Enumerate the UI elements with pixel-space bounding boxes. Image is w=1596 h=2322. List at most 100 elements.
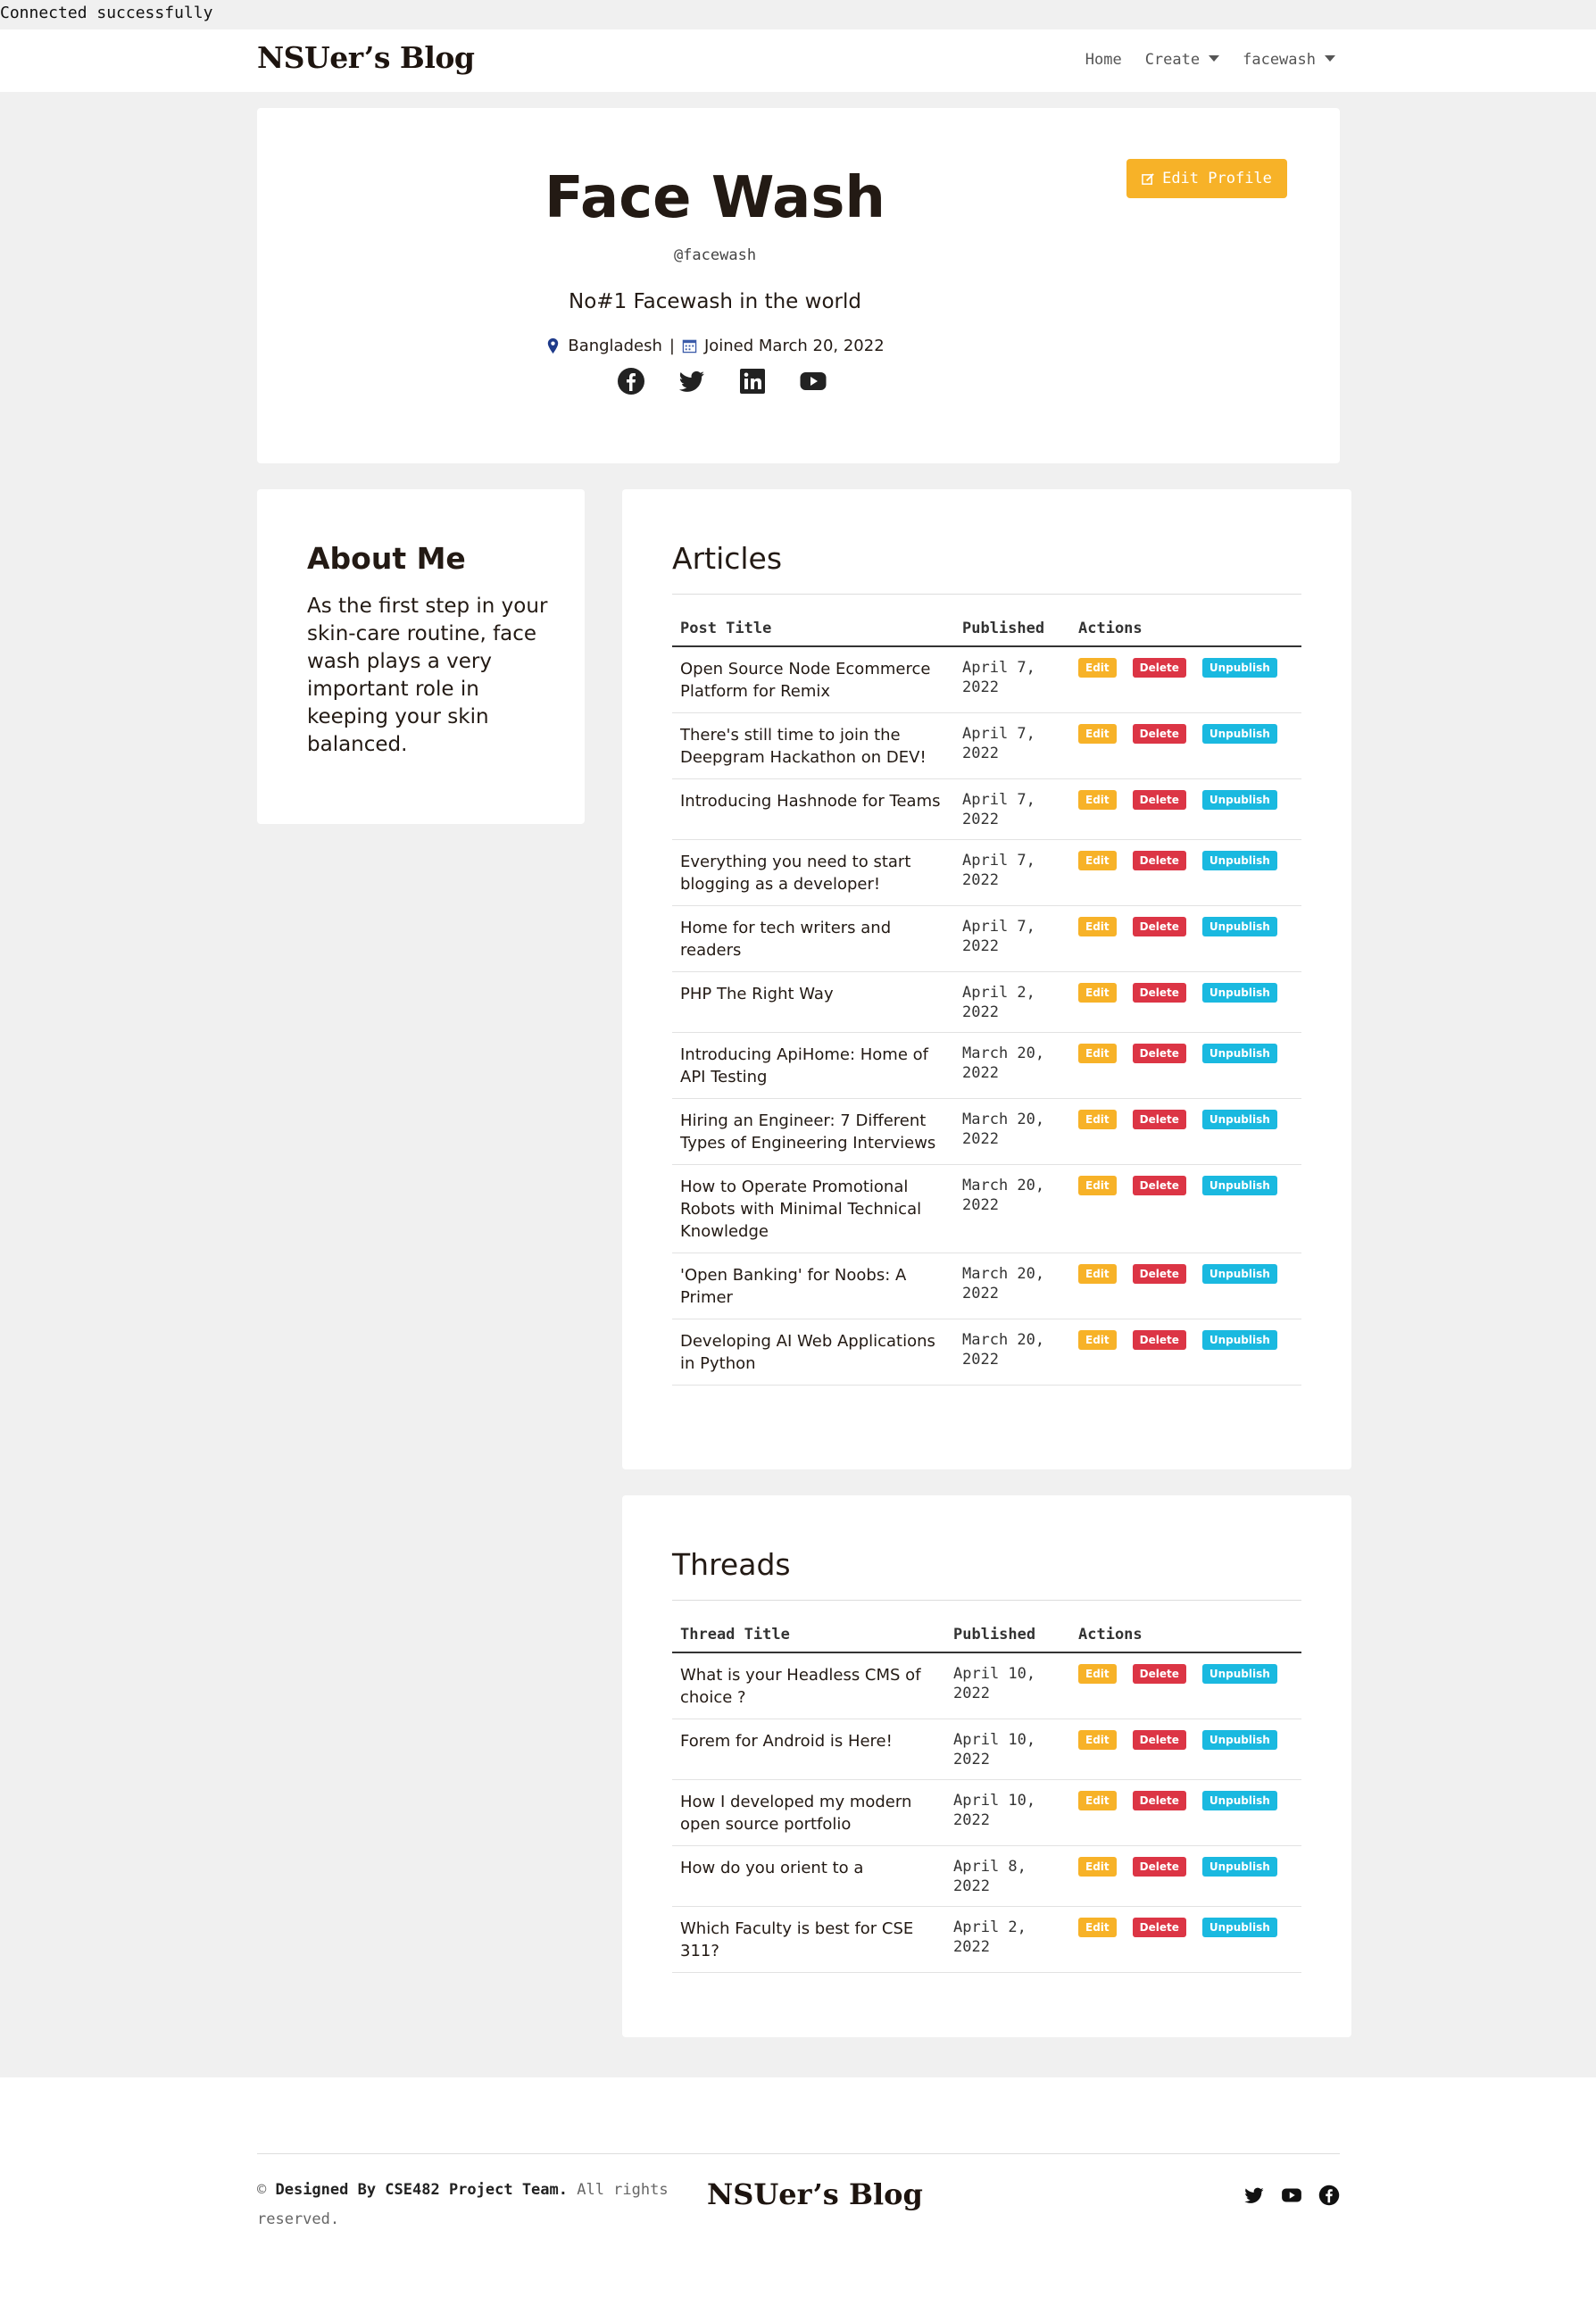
copyright-credit: Designed By CSE482 Project Team. bbox=[275, 2181, 568, 2199]
thread-row: How I developed my modern open source po… bbox=[672, 1779, 1301, 1846]
unpublish-button[interactable]: Unpublish bbox=[1201, 1918, 1277, 1937]
unpublish-button[interactable]: Unpublish bbox=[1201, 1857, 1277, 1877]
facebook-icon[interactable] bbox=[1318, 2185, 1340, 2206]
article-row-title[interactable]: Introducing ApiHome: Home of API Testing bbox=[672, 1032, 954, 1099]
edit-button[interactable]: Edit bbox=[1078, 1918, 1117, 1937]
delete-button[interactable]: Delete bbox=[1132, 1857, 1186, 1877]
unpublish-button[interactable]: Unpublish bbox=[1201, 1110, 1277, 1129]
delete-button[interactable]: Delete bbox=[1132, 917, 1186, 936]
thread-row-date: April 10, 2022 bbox=[945, 1779, 1070, 1846]
thread-row-title[interactable]: What is your Headless CMS of choice ? bbox=[672, 1652, 945, 1719]
thread-row-title[interactable]: How do you orient to a bbox=[672, 1845, 945, 1907]
article-row: Developing AI Web Applications in Python… bbox=[672, 1319, 1301, 1386]
article-row-date: April 7, 2022 bbox=[954, 778, 1070, 840]
twitter-icon[interactable] bbox=[1243, 2185, 1265, 2206]
unpublish-button[interactable]: Unpublish bbox=[1201, 1791, 1277, 1810]
article-row-title[interactable]: PHP The Right Way bbox=[672, 971, 954, 1033]
delete-button[interactable]: Delete bbox=[1132, 1730, 1186, 1750]
unpublish-button[interactable]: Unpublish bbox=[1201, 983, 1277, 1003]
nav-create-dropdown[interactable]: Create bbox=[1145, 51, 1219, 69]
article-row-title[interactable]: 'Open Banking' for Noobs: A Primer bbox=[672, 1253, 954, 1319]
edit-button[interactable]: Edit bbox=[1078, 1664, 1117, 1684]
edit-button[interactable]: Edit bbox=[1078, 851, 1117, 870]
action-group: Edit Delete Unpublish bbox=[1078, 1264, 1293, 1284]
delete-button[interactable]: Delete bbox=[1132, 1110, 1186, 1129]
delete-button[interactable]: Delete bbox=[1132, 658, 1186, 678]
thread-row-date: April 8, 2022 bbox=[945, 1845, 1070, 1907]
delete-button[interactable]: Delete bbox=[1132, 851, 1186, 870]
edit-button[interactable]: Edit bbox=[1078, 917, 1117, 936]
article-row-actions: Edit Delete Unpublish bbox=[1070, 778, 1301, 840]
nav-user-dropdown[interactable]: facewash bbox=[1243, 51, 1335, 69]
edit-button[interactable]: Edit bbox=[1078, 1857, 1117, 1877]
article-row-title[interactable]: Everything you need to start blogging as… bbox=[672, 839, 954, 906]
action-group: Edit Delete Unpublish bbox=[1078, 1044, 1293, 1063]
thread-row-title[interactable]: Which Faculty is best for CSE 311? bbox=[672, 1906, 945, 1973]
action-group: Edit Delete Unpublish bbox=[1078, 1330, 1293, 1350]
article-row: 'Open Banking' for Noobs: A Primer March … bbox=[672, 1253, 1301, 1319]
brand-logo[interactable]: NSUer’s Blog bbox=[257, 40, 475, 75]
article-row-title[interactable]: Developing AI Web Applications in Python bbox=[672, 1319, 954, 1386]
nav-home[interactable]: Home bbox=[1085, 51, 1122, 69]
unpublish-button[interactable]: Unpublish bbox=[1201, 658, 1277, 678]
edit-button[interactable]: Edit bbox=[1078, 658, 1117, 678]
edit-button[interactable]: Edit bbox=[1078, 1330, 1117, 1350]
edit-button[interactable]: Edit bbox=[1078, 1176, 1117, 1195]
unpublish-button[interactable]: Unpublish bbox=[1201, 851, 1277, 870]
twitter-icon[interactable] bbox=[677, 367, 706, 395]
unpublish-button[interactable]: Unpublish bbox=[1201, 1176, 1277, 1195]
linkedin-icon[interactable] bbox=[738, 367, 767, 395]
unpublish-button[interactable]: Unpublish bbox=[1201, 1044, 1277, 1063]
delete-button[interactable]: Delete bbox=[1132, 983, 1186, 1003]
unpublish-button[interactable]: Unpublish bbox=[1201, 724, 1277, 744]
footer-brand[interactable]: NSUer’s Blog bbox=[707, 2177, 923, 2211]
edit-button[interactable]: Edit bbox=[1078, 1791, 1117, 1810]
delete-button[interactable]: Delete bbox=[1132, 790, 1186, 810]
unpublish-button[interactable]: Unpublish bbox=[1201, 1730, 1277, 1750]
article-row-actions: Edit Delete Unpublish bbox=[1070, 1032, 1301, 1099]
edit-button[interactable]: Edit bbox=[1078, 1044, 1117, 1063]
unpublish-button[interactable]: Unpublish bbox=[1201, 790, 1277, 810]
article-row-title[interactable]: Open Source Node Ecommerce Platform for … bbox=[672, 646, 954, 713]
delete-button[interactable]: Delete bbox=[1132, 1664, 1186, 1684]
unpublish-button[interactable]: Unpublish bbox=[1201, 1664, 1277, 1684]
delete-button[interactable]: Delete bbox=[1132, 1918, 1186, 1937]
action-group: Edit Delete Unpublish bbox=[1078, 1110, 1293, 1129]
action-group: Edit Delete Unpublish bbox=[1078, 658, 1293, 678]
edit-button[interactable]: Edit bbox=[1078, 1110, 1117, 1129]
unpublish-button[interactable]: Unpublish bbox=[1201, 917, 1277, 936]
youtube-icon[interactable] bbox=[799, 367, 827, 395]
column-header: Published bbox=[954, 612, 1070, 647]
delete-button[interactable]: Delete bbox=[1132, 1176, 1186, 1195]
article-row-title[interactable]: There's still time to join the Deepgram … bbox=[672, 712, 954, 779]
article-row-title[interactable]: Introducing Hashnode for Teams bbox=[672, 778, 954, 840]
footer-socials bbox=[1243, 2185, 1340, 2206]
delete-button[interactable]: Delete bbox=[1132, 1044, 1186, 1063]
location-pin-icon bbox=[548, 337, 559, 354]
article-row-title[interactable]: Hiring an Engineer: 7 Different Types of… bbox=[672, 1098, 954, 1165]
article-row-date: April 7, 2022 bbox=[954, 839, 1070, 906]
article-row-title[interactable]: Home for tech writers and readers bbox=[672, 905, 954, 972]
footer-copyright: © Designed By CSE482 Project Team. All r… bbox=[257, 2176, 686, 2235]
edit-button[interactable]: Edit bbox=[1078, 1730, 1117, 1750]
article-row: Hiring an Engineer: 7 Different Types of… bbox=[672, 1098, 1301, 1165]
thread-row: How do you orient to a April 8, 2022 Edit D… bbox=[672, 1845, 1301, 1907]
delete-button[interactable]: Delete bbox=[1132, 1264, 1186, 1284]
action-group: Edit Delete Unpublish bbox=[1078, 1857, 1293, 1877]
youtube-icon[interactable] bbox=[1281, 2185, 1302, 2206]
article-row-actions: Edit Delete Unpublish bbox=[1070, 712, 1301, 779]
article-row-date: April 2, 2022 bbox=[954, 971, 1070, 1033]
thread-row-title[interactable]: Forem for Android is Here! bbox=[672, 1719, 945, 1780]
delete-button[interactable]: Delete bbox=[1132, 1791, 1186, 1810]
delete-button[interactable]: Delete bbox=[1132, 724, 1186, 744]
edit-button[interactable]: Edit bbox=[1078, 724, 1117, 744]
unpublish-button[interactable]: Unpublish bbox=[1201, 1264, 1277, 1284]
unpublish-button[interactable]: Unpublish bbox=[1201, 1330, 1277, 1350]
thread-row-title[interactable]: How I developed my modern open source po… bbox=[672, 1779, 945, 1846]
facebook-icon[interactable] bbox=[617, 367, 645, 395]
edit-button[interactable]: Edit bbox=[1078, 790, 1117, 810]
delete-button[interactable]: Delete bbox=[1132, 1330, 1186, 1350]
edit-button[interactable]: Edit bbox=[1078, 983, 1117, 1003]
edit-button[interactable]: Edit bbox=[1078, 1264, 1117, 1284]
article-row-title[interactable]: How to Operate Promotional Robots with M… bbox=[672, 1164, 954, 1253]
